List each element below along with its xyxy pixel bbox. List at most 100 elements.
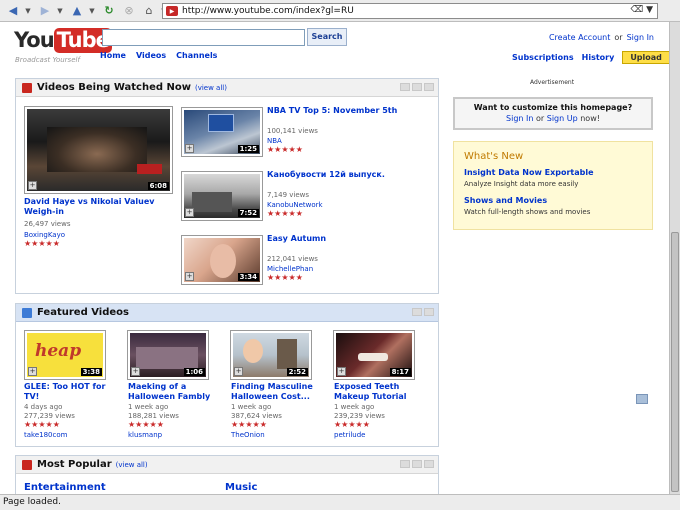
- video-thumb-easy-autumn[interactable]: 3:34 +: [181, 235, 263, 285]
- feedback-icon[interactable]: [636, 394, 648, 404]
- add-to-quicklist-icon[interactable]: +: [185, 208, 194, 217]
- video-thumb-teeth[interactable]: 8:17 +: [333, 330, 415, 380]
- nav-home[interactable]: Home: [100, 51, 126, 60]
- up-arrow-icon[interactable]: ▲: [68, 3, 86, 19]
- nav-videos[interactable]: Videos: [136, 51, 166, 60]
- video-thumb-halloween-fambly[interactable]: 1:06 +: [127, 330, 209, 380]
- video-title[interactable]: David Haye vs Nikolai Valuev Weigh-in: [24, 197, 174, 217]
- whats-new-title: What's New: [464, 151, 524, 162]
- duration-badge: 3:38: [80, 368, 102, 376]
- main-nav: Home Videos Channels: [100, 51, 217, 60]
- module-close-icon[interactable]: [424, 460, 434, 468]
- module-up-icon[interactable]: [412, 308, 422, 316]
- module-close-icon[interactable]: [424, 83, 434, 91]
- video-title[interactable]: GLEE: Too HOT for TV!: [24, 382, 114, 402]
- subscriptions-link[interactable]: Subscriptions: [512, 53, 574, 62]
- videos-watched-header: Videos Being Watched Now (view all): [16, 79, 438, 97]
- video-user[interactable]: NBA: [267, 137, 282, 145]
- news-heading[interactable]: Insight Data Now Exportable: [464, 168, 594, 177]
- most-popular-view-all[interactable]: (view all): [116, 461, 148, 469]
- video-user[interactable]: take180com: [24, 431, 67, 439]
- url-text: http://www.youtube.com/index?gl=RU: [182, 6, 354, 16]
- video-thumb-masculine[interactable]: 2:52 +: [230, 330, 312, 380]
- customize-or-text: or: [536, 114, 545, 123]
- duration-badge: 6:08: [147, 182, 169, 190]
- module-down-icon[interactable]: [424, 308, 434, 316]
- video-title[interactable]: NBA TV Top 5: November 5th: [267, 106, 427, 116]
- module-up-icon[interactable]: [400, 83, 410, 91]
- module-down-icon[interactable]: [412, 83, 422, 91]
- upload-button[interactable]: Upload: [622, 51, 670, 64]
- sign-in-link[interactable]: Sign In: [627, 33, 654, 42]
- customize-now-text: now!: [580, 114, 600, 123]
- duration-badge: 3:34: [237, 273, 259, 281]
- up-dropdown-icon[interactable]: ▼: [88, 3, 96, 19]
- customize-homepage-box: Want to customize this homepage? Sign In…: [453, 97, 653, 130]
- video-thumb-nba[interactable]: 1:25 +: [181, 107, 263, 157]
- add-to-quicklist-icon[interactable]: +: [28, 181, 37, 190]
- videos-watched-view-all[interactable]: (view all): [195, 84, 227, 92]
- module-down-icon[interactable]: [412, 460, 422, 468]
- nav-channels[interactable]: Channels: [176, 51, 217, 60]
- advertisement-label: Advertisement: [530, 79, 575, 86]
- add-to-quicklist-icon[interactable]: +: [131, 367, 140, 376]
- video-user[interactable]: petrilude: [334, 431, 365, 439]
- url-bar[interactable]: ▶ http://www.youtube.com/index?gl=RU ⌫ ▼: [162, 3, 658, 19]
- forward-arrow-icon[interactable]: ▶: [36, 3, 54, 19]
- scrollbar-thumb[interactable]: [671, 232, 679, 492]
- video-user[interactable]: klusmanp: [128, 431, 162, 439]
- video-user[interactable]: BoxingKayo: [24, 231, 65, 239]
- video-title[interactable]: Maeking of a Halloween Fambly: [128, 382, 220, 402]
- rating-stars: ★★★★★: [334, 420, 370, 429]
- video-age: 1 week ago: [128, 403, 169, 411]
- video-thumb-kanobu[interactable]: 7:52 +: [181, 171, 263, 221]
- watching-icon: [22, 82, 32, 93]
- search-input[interactable]: [102, 29, 305, 46]
- thumbnail-image: heap 3:38 +: [27, 333, 103, 377]
- video-age: 4 days ago: [24, 403, 63, 411]
- customize-sign-up-link[interactable]: Sign Up: [547, 114, 578, 123]
- add-to-quicklist-icon[interactable]: +: [337, 367, 346, 376]
- home-icon[interactable]: ⌂: [140, 3, 158, 19]
- category-music[interactable]: Music: [225, 482, 257, 493]
- video-age: 1 week ago: [231, 403, 272, 411]
- video-title[interactable]: Канобувости 12й выпуск.: [267, 170, 427, 180]
- add-to-quicklist-icon[interactable]: +: [234, 367, 243, 376]
- videos-watched-title: Videos Being Watched Now: [37, 82, 191, 93]
- history-link[interactable]: History: [582, 53, 615, 62]
- video-title[interactable]: Finding Masculine Halloween Cost...: [231, 382, 321, 402]
- video-title[interactable]: Easy Autumn: [267, 234, 427, 244]
- news-heading[interactable]: Shows and Movies: [464, 196, 547, 205]
- add-to-quicklist-icon[interactable]: +: [28, 367, 37, 376]
- module-up-icon[interactable]: [400, 460, 410, 468]
- video-age: 1 week ago: [334, 403, 375, 411]
- rating-stars: ★★★★★: [231, 420, 267, 429]
- featured-videos-title: Featured Videos: [37, 307, 129, 318]
- url-clear-icon[interactable]: ⌫ ▼: [630, 5, 653, 15]
- search-button[interactable]: Search: [307, 28, 347, 46]
- video-user[interactable]: TheOnion: [231, 431, 265, 439]
- add-to-quicklist-icon[interactable]: +: [185, 272, 194, 281]
- module-controls: [412, 308, 434, 316]
- featured-icon: [22, 307, 32, 318]
- video-views: 7,149 views: [267, 191, 310, 199]
- video-thumb-boxing[interactable]: 6:08 +: [24, 106, 173, 194]
- forward-dropdown-icon[interactable]: ▼: [56, 3, 64, 19]
- video-user[interactable]: KanobuNetwork: [267, 201, 323, 209]
- stop-icon[interactable]: ⊗: [120, 3, 138, 19]
- reload-icon[interactable]: ↻: [100, 3, 118, 19]
- video-thumb-glee[interactable]: heap 3:38 +: [24, 330, 106, 380]
- video-user[interactable]: MichellePhan: [267, 265, 313, 273]
- back-dropdown-icon[interactable]: ▼: [24, 3, 32, 19]
- create-account-link[interactable]: Create Account: [549, 33, 610, 42]
- customize-sign-in-link[interactable]: Sign In: [506, 114, 533, 123]
- youtube-logo[interactable]: You Tube: [14, 28, 112, 53]
- add-to-quicklist-icon[interactable]: +: [185, 144, 194, 153]
- or-text: or: [614, 33, 623, 42]
- category-entertainment[interactable]: Entertainment: [24, 482, 106, 493]
- back-arrow-icon[interactable]: ◀: [4, 3, 22, 19]
- video-views: 26,497 views: [24, 220, 71, 228]
- most-popular-header: Most Popular (view all): [16, 456, 438, 474]
- page-scrollbar[interactable]: [669, 22, 680, 494]
- video-title[interactable]: Exposed Teeth Makeup Tutorial: [334, 382, 426, 402]
